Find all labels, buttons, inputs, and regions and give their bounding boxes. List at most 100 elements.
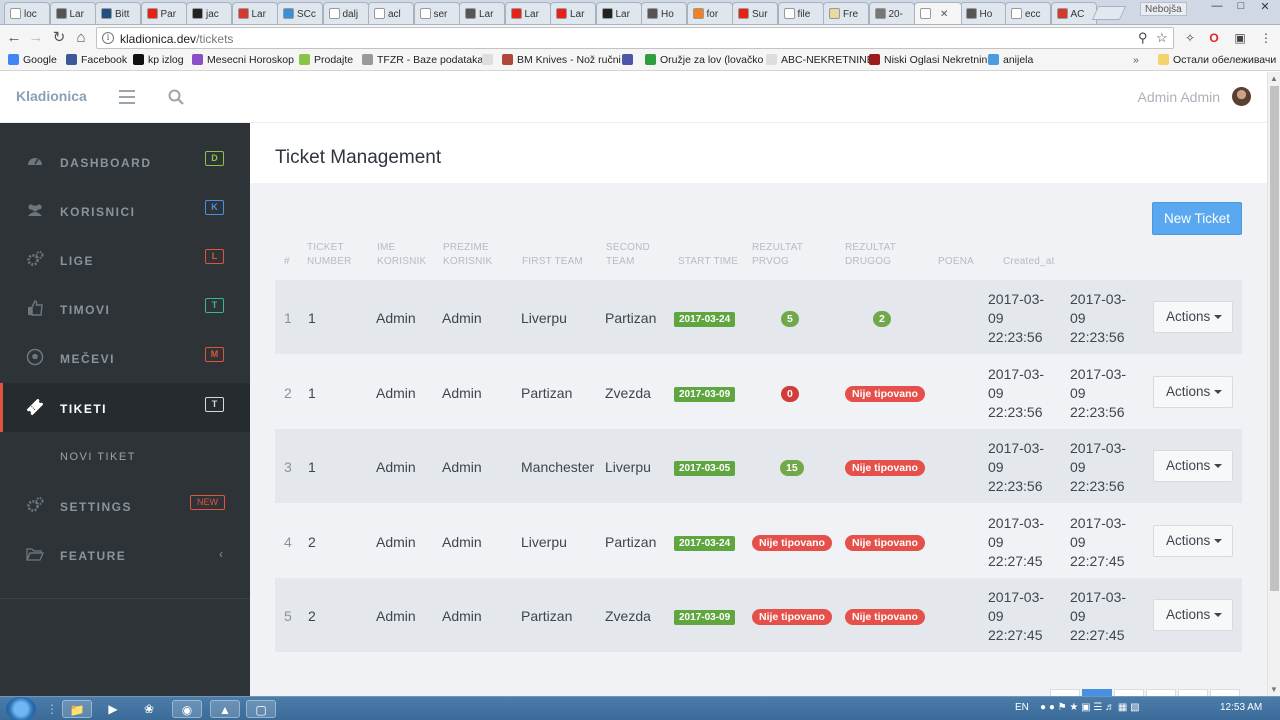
reload-icon[interactable]: ↻	[50, 29, 68, 47]
url-text[interactable]: kladionica.dev/tickets	[120, 32, 233, 46]
close-window-icon[interactable]: ✕	[1254, 0, 1276, 18]
start-button[interactable]	[6, 697, 36, 720]
sidebar-item-korisnici[interactable]: KORISNICI K	[0, 186, 250, 235]
browser-tab[interactable]: acl	[368, 2, 414, 24]
browser-tab[interactable]: 20-	[868, 2, 915, 24]
browser-tab[interactable]: SCc	[277, 2, 323, 24]
chevron-left-icon[interactable]: ‹	[219, 547, 223, 561]
new-tab-button[interactable]	[1091, 6, 1127, 20]
editor-icon[interactable]: ▲	[210, 700, 240, 718]
info-icon[interactable]: i	[102, 32, 114, 44]
bookmark-item[interactable]: Prodajte	[299, 54, 353, 66]
column-header[interactable]: FIRST TEAM	[522, 255, 583, 269]
pagination-page-1[interactable]	[1082, 689, 1112, 696]
bookmark-item[interactable]: kp izlog	[133, 54, 184, 66]
browser-tab[interactable]: Fre	[823, 2, 869, 24]
browser-tab[interactable]: AC	[1050, 2, 1097, 24]
column-header[interactable]: REZULTAT DRUGOG	[845, 241, 896, 269]
actions-dropdown-button[interactable]: Actions	[1153, 375, 1233, 408]
language-indicator[interactable]: EN	[1015, 702, 1029, 713]
bookmark-item[interactable]: Facebook	[66, 54, 127, 66]
home-icon[interactable]: ⌂	[72, 29, 90, 47]
chrome-icon[interactable]: ◉	[172, 700, 202, 718]
forward-icon[interactable]: →	[27, 29, 45, 47]
menu-icon[interactable]: ⋮	[1258, 30, 1274, 46]
explorer-icon[interactable]: 📁	[62, 700, 92, 718]
bookmark-item[interactable]: TFZR - Baze podataka	[362, 54, 483, 66]
column-header[interactable]: SECOND TEAM	[606, 241, 650, 269]
column-header[interactable]: Created_at	[1003, 255, 1054, 269]
clock[interactable]: 12:53 AM	[1220, 702, 1262, 713]
bookmark-item[interactable]: BM Knives - Nož ručni	[502, 54, 621, 66]
browser-tab[interactable]: Sur	[732, 2, 778, 24]
bookmark-item[interactable]: Google	[8, 54, 57, 66]
browser-tab[interactable]: dalj	[322, 2, 369, 24]
back-icon[interactable]: ←	[5, 29, 23, 47]
bookmark-item[interactable]: Niski Oglasi Nekretnin	[869, 54, 987, 66]
actions-dropdown-button[interactable]: Actions	[1153, 450, 1233, 482]
sidebar-item-tiketi[interactable]: TIKETI T	[0, 383, 250, 432]
actions-dropdown-button[interactable]: Actions	[1153, 524, 1233, 557]
browser-tab[interactable]: Lar	[459, 2, 505, 24]
sidebar-item-feature[interactable]: FEATURE ‹	[0, 530, 250, 579]
bookmark-item[interactable]: anijela	[988, 54, 1033, 66]
browser-tab[interactable]: jac	[186, 2, 232, 24]
sidebar-item-novi-tiket[interactable]: NOVI TIKET	[0, 432, 250, 481]
browser-tab[interactable]: Lar	[595, 2, 642, 24]
search-icon[interactable]	[168, 89, 184, 105]
browser-tab[interactable]: ecc	[1005, 2, 1051, 24]
browser-tab[interactable]: Ho	[641, 2, 687, 24]
scroll-down-icon[interactable]: ▼	[1270, 685, 1278, 694]
browser-tab[interactable]: ✕	[914, 2, 962, 24]
sidebar-item-dashboard[interactable]: DASHBOARD D	[0, 137, 250, 186]
column-header[interactable]: POENA	[938, 255, 974, 269]
bookmark-item[interactable]	[622, 54, 637, 66]
bookmark-item[interactable]: Mesecni Horoskop	[192, 54, 294, 66]
browser-tab[interactable]: file	[777, 2, 824, 24]
browser-tab[interactable]: for	[686, 2, 733, 24]
bookmark-item[interactable]	[482, 54, 497, 66]
browser-tab[interactable]: Par	[140, 2, 187, 24]
user-name[interactable]: Admin Admin	[1138, 89, 1220, 105]
browser-tab[interactable]: Lar	[49, 2, 96, 24]
browser-tab[interactable]: Ho	[959, 2, 1006, 24]
zoom-search-icon[interactable]: ⚲	[1138, 30, 1148, 46]
browser-tab[interactable]: Lar	[231, 2, 278, 24]
sidebar-item-settings[interactable]: SETTINGS NEW	[0, 481, 250, 530]
scrollbar-thumb[interactable]	[1270, 86, 1279, 591]
page-scrollbar[interactable]: ▲ ▼	[1267, 72, 1280, 696]
browser-tab[interactable]: Lar	[550, 2, 596, 24]
actions-dropdown-button[interactable]: Actions	[1153, 599, 1233, 631]
pagination-page-3[interactable]	[1146, 689, 1176, 696]
column-header[interactable]: REZULTAT PRVOG	[752, 241, 803, 269]
media-player-icon[interactable]: ▶	[98, 700, 128, 718]
column-header[interactable]: IME KORISNIK	[377, 241, 426, 269]
maximize-icon[interactable]: □	[1230, 0, 1252, 18]
avatar[interactable]	[1232, 87, 1251, 106]
column-header[interactable]: #	[284, 255, 290, 269]
cast-icon[interactable]: ▣	[1232, 30, 1248, 46]
column-header[interactable]: PREZIME KORISNIK	[443, 241, 492, 269]
window-icon[interactable]: ▢	[246, 700, 276, 718]
scroll-up-icon[interactable]: ▲	[1270, 74, 1278, 83]
pagination-prev[interactable]	[1050, 689, 1080, 696]
app-logo[interactable]: Kladionica	[16, 88, 87, 104]
browser-tab[interactable]: Bitt	[95, 2, 141, 24]
bookmark-star-icon[interactable]: ☆	[1156, 30, 1168, 46]
sidebar-item-timovi[interactable]: TIMOVI T	[0, 284, 250, 333]
pagination-page-2[interactable]	[1114, 689, 1144, 696]
browser-tab[interactable]: Lar	[504, 2, 551, 24]
close-tab-icon[interactable]: ✕	[940, 9, 948, 20]
sidebar-item-lige[interactable]: LIGE L	[0, 235, 250, 284]
sidebar-item-me-evi[interactable]: MEČEVI M	[0, 333, 250, 382]
pagination-page-4[interactable]	[1178, 689, 1208, 696]
app-icon[interactable]: ❀	[134, 700, 164, 718]
tray-icons[interactable]: ● ● ⚑ ★ ▣ ☰ ♬ ▦ ▧	[1040, 702, 1140, 713]
opera-icon[interactable]: O	[1206, 30, 1222, 46]
minimize-icon[interactable]: —	[1206, 0, 1228, 18]
browser-tab[interactable]: loc	[4, 2, 50, 24]
column-header[interactable]: START TIME	[678, 255, 738, 269]
hamburger-menu-icon[interactable]	[119, 90, 135, 108]
browser-tab[interactable]: ser	[413, 2, 460, 24]
actions-dropdown-button[interactable]: Actions	[1153, 301, 1233, 333]
